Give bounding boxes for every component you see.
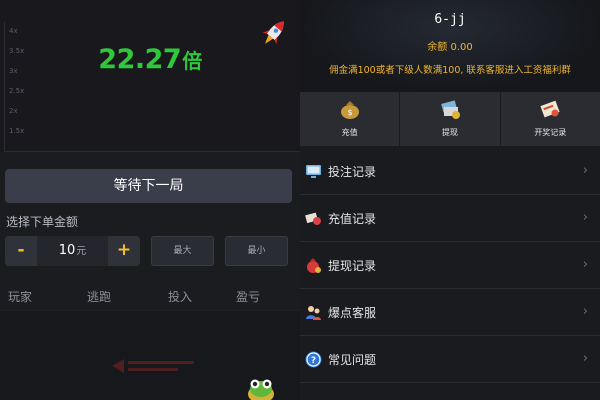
bet-amount-input[interactable]: 10元 xyxy=(37,236,108,266)
balance-label: 余额 xyxy=(427,42,448,53)
menu-item-customer-service[interactable]: 爆点客服 › xyxy=(300,289,600,336)
multiplier-unit: 倍 xyxy=(182,49,202,73)
quick-action-withdraw[interactable]: 提现 xyxy=(400,92,501,146)
chart-tick-label: 2.5x xyxy=(9,87,25,95)
promo-notice: 佣金满100或者下级人数满100, 联系客服进入工资福利群 xyxy=(329,65,571,76)
username: 6-jj xyxy=(434,12,466,27)
account-menu: 投注记录 › 充值记录 › 提现记录 › 爆点客服 › ? 常见问题 › xyxy=(300,148,600,383)
max-amount-button[interactable]: 最大 xyxy=(151,236,214,266)
chart-x-axis xyxy=(4,151,300,152)
svg-text:$: $ xyxy=(347,108,352,117)
chart-tick-label: 1.5x xyxy=(9,127,25,135)
quick-action-label: 提现 xyxy=(441,128,458,137)
bet-amount-value: 10 xyxy=(58,243,76,258)
rocket-icon xyxy=(262,21,284,45)
bet-amount-unit: 元 xyxy=(76,246,87,257)
quick-actions: $ 充值 提现 开奖记录 xyxy=(300,92,600,146)
chevron-right-icon: › xyxy=(582,351,588,366)
crash-chart: 4x 3.5x 3x 2.5x 2x 1.5x 22.27倍 xyxy=(0,0,300,152)
increase-amount-button[interactable]: + xyxy=(108,236,140,266)
min-amount-button[interactable]: 最小 xyxy=(225,236,288,266)
quick-action-recharge[interactable]: $ 充值 xyxy=(300,92,401,146)
frog-mascot-icon xyxy=(248,379,274,400)
menu-item-label: 爆点客服 xyxy=(328,306,377,320)
chevron-right-icon: › xyxy=(582,210,588,225)
current-multiplier: 22.27倍 xyxy=(0,44,300,75)
multiplier-value: 22.27 xyxy=(98,44,182,75)
monitor-icon xyxy=(306,165,321,178)
bet-amount-label: 选择下单金额 xyxy=(6,215,79,229)
chevron-right-icon: › xyxy=(582,257,588,272)
cash-withdraw-icon xyxy=(441,100,460,119)
money-bag-icon: $ xyxy=(340,101,359,119)
column-header-escape: 逃跑 xyxy=(87,290,112,304)
wait-next-round-button[interactable]: 等待下一局 xyxy=(5,169,292,203)
profile-header: 6-jj 余额 0.00 佣金满100或者下级人数满100, 联系客服进入工资福… xyxy=(300,0,600,92)
svg-text:?: ? xyxy=(311,356,316,366)
account-panel: 6-jj 余额 0.00 佣金满100或者下级人数满100, 联系客服进入工资福… xyxy=(300,0,600,400)
bet-amount-stepper: - 10元 + xyxy=(5,236,140,266)
quick-action-label: 充值 xyxy=(341,128,358,137)
support-people-icon xyxy=(306,306,321,320)
question-icon: ? xyxy=(305,351,322,368)
chart-tick-label: 4x xyxy=(9,27,18,35)
recharge-card-icon xyxy=(305,212,321,225)
chevron-right-icon: › xyxy=(582,304,588,319)
chart-tick-label: 2x xyxy=(9,107,18,115)
game-panel: 4x 3.5x 3x 2.5x 2x 1.5x 22.27倍 等待下一局 选择下… xyxy=(0,0,300,400)
column-header-stake: 投入 xyxy=(168,290,193,304)
menu-item-withdraw-records[interactable]: 提现记录 › xyxy=(300,242,600,289)
decrease-amount-button[interactable]: - xyxy=(5,236,37,266)
menu-item-recharge-records[interactable]: 充值记录 › xyxy=(300,195,600,242)
quick-action-lottery-records[interactable]: 开奖记录 xyxy=(501,92,600,146)
menu-item-label: 充值记录 xyxy=(328,212,377,226)
chart-y-axis xyxy=(4,22,5,152)
menu-item-label: 常见问题 xyxy=(328,353,377,367)
column-header-profit: 盈亏 xyxy=(236,290,261,304)
red-bag-icon xyxy=(307,258,321,273)
menu-item-label: 提现记录 xyxy=(328,259,377,273)
lottery-record-icon xyxy=(540,100,560,118)
chevron-right-icon: › xyxy=(582,163,588,178)
menu-item-faq[interactable]: ? 常见问题 › xyxy=(300,336,600,383)
balance-value: 0.00 xyxy=(450,42,473,53)
menu-item-bet-records[interactable]: 投注记录 › xyxy=(300,148,600,195)
quick-action-label: 开奖记录 xyxy=(534,128,567,137)
column-header-player: 玩家 xyxy=(8,290,33,304)
balance: 余额 0.00 xyxy=(300,38,600,53)
menu-item-label: 投注记录 xyxy=(328,165,377,179)
watermark-logo xyxy=(112,359,194,373)
